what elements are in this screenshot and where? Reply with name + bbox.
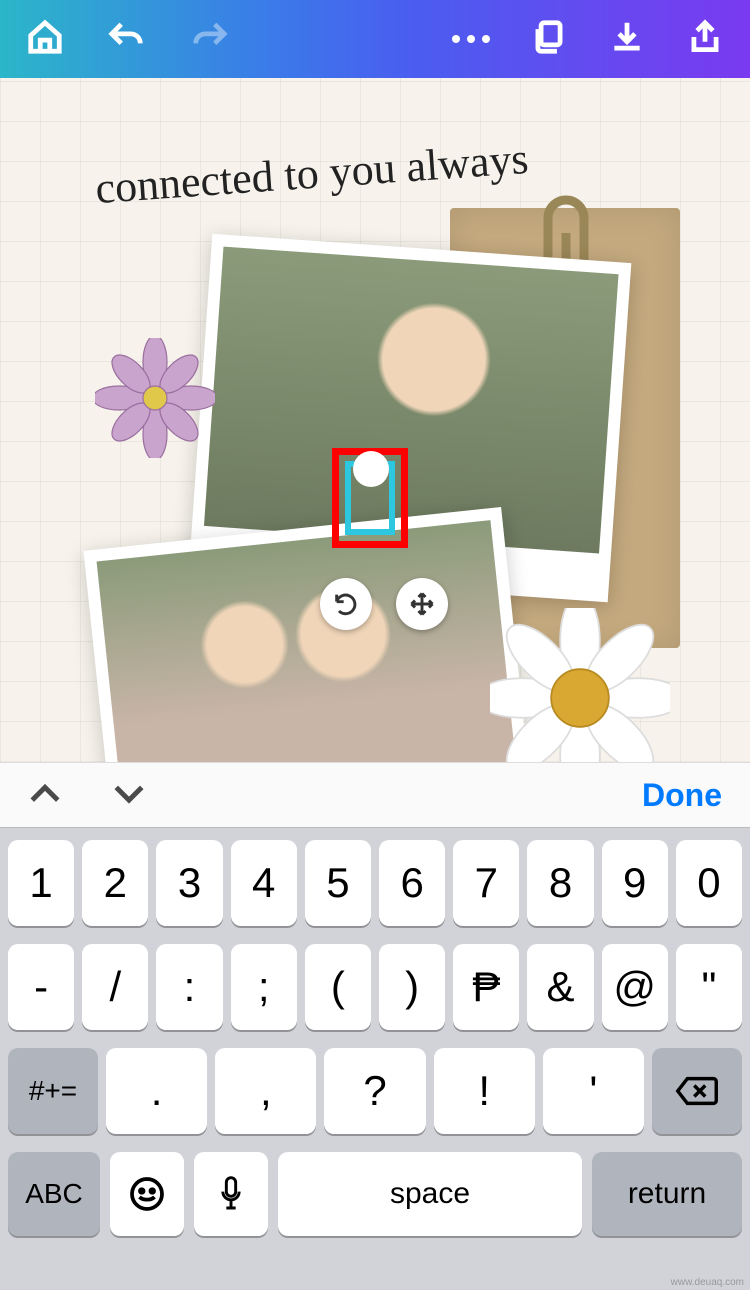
watermark: www.deuaq.com: [671, 1277, 744, 1288]
toolbar-left: [26, 18, 232, 61]
keyboard-row-3: #+= . , ? ! ': [6, 1048, 744, 1134]
flower-pink-sticker: [95, 338, 215, 458]
redo-icon[interactable]: [188, 18, 232, 61]
key-exclaim[interactable]: !: [434, 1048, 535, 1134]
key-question[interactable]: ?: [324, 1048, 425, 1134]
photo-bottom: [97, 520, 520, 762]
key-colon[interactable]: :: [156, 944, 222, 1030]
selection-handle[interactable]: [353, 451, 389, 487]
key-ampersand[interactable]: &: [527, 944, 593, 1030]
keyboard: 1 2 3 4 5 6 7 8 9 0 - / : ; ( ) ₱ & @ " …: [0, 828, 750, 1290]
key-quote[interactable]: ": [676, 944, 742, 1030]
key-8[interactable]: 8: [527, 840, 593, 926]
key-paren-open[interactable]: (: [305, 944, 371, 1030]
key-dash[interactable]: -: [8, 944, 74, 1030]
key-return[interactable]: return: [592, 1152, 742, 1236]
element-controls: [320, 578, 448, 630]
move-button[interactable]: [396, 578, 448, 630]
more-icon[interactable]: [452, 35, 490, 43]
key-7[interactable]: 7: [453, 840, 519, 926]
key-paren-close[interactable]: ): [379, 944, 445, 1030]
app-toolbar: [0, 0, 750, 78]
next-field-button[interactable]: [112, 782, 146, 809]
key-semicolon[interactable]: ;: [231, 944, 297, 1030]
key-mic[interactable]: [194, 1152, 268, 1236]
keyboard-row-2: - / : ; ( ) ₱ & @ ": [6, 944, 744, 1030]
key-1[interactable]: 1: [8, 840, 74, 926]
key-5[interactable]: 5: [305, 840, 371, 926]
keyboard-row-4: ABC space return: [6, 1152, 744, 1236]
photo-top: [204, 247, 619, 554]
key-0[interactable]: 0: [676, 840, 742, 926]
key-period[interactable]: .: [106, 1048, 207, 1134]
done-button[interactable]: Done: [642, 777, 722, 814]
text-selection-box[interactable]: [332, 448, 408, 548]
home-icon[interactable]: [26, 18, 64, 61]
key-emoji[interactable]: [110, 1152, 184, 1236]
editor-canvas[interactable]: connected to you always: [0, 78, 750, 762]
toolbar-right: [452, 18, 724, 61]
key-symbols-switch[interactable]: #+=: [8, 1048, 98, 1134]
undo-icon[interactable]: [104, 18, 148, 61]
flower-daisy-sticker: [490, 608, 670, 762]
rotate-button[interactable]: [320, 578, 372, 630]
key-apostrophe[interactable]: ': [543, 1048, 644, 1134]
download-icon[interactable]: [608, 18, 646, 61]
polaroid-bottom[interactable]: [83, 507, 536, 762]
key-at[interactable]: @: [602, 944, 668, 1030]
share-icon[interactable]: [686, 18, 724, 61]
prev-field-button[interactable]: [28, 782, 62, 809]
layers-icon[interactable]: [530, 18, 568, 61]
key-2[interactable]: 2: [82, 840, 148, 926]
key-4[interactable]: 4: [231, 840, 297, 926]
key-comma[interactable]: ,: [215, 1048, 316, 1134]
key-space[interactable]: space: [278, 1152, 582, 1236]
key-slash[interactable]: /: [82, 944, 148, 1030]
key-backspace[interactable]: [652, 1048, 742, 1134]
key-abc[interactable]: ABC: [8, 1152, 100, 1236]
field-nav: [28, 782, 146, 809]
keyboard-accessory: Done: [0, 762, 750, 828]
key-9[interactable]: 9: [602, 840, 668, 926]
key-peso[interactable]: ₱: [453, 944, 519, 1030]
keyboard-row-1: 1 2 3 4 5 6 7 8 9 0: [6, 840, 744, 926]
key-3[interactable]: 3: [156, 840, 222, 926]
key-6[interactable]: 6: [379, 840, 445, 926]
